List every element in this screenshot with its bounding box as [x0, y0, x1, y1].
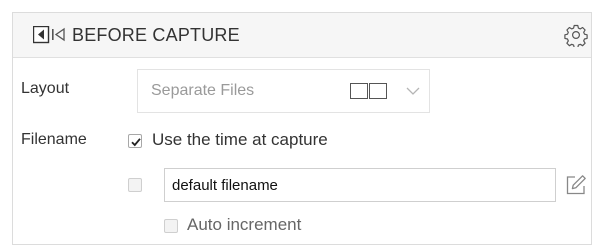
chevron-down-icon[interactable] — [406, 87, 420, 96]
before-capture-panel: BEFORE CAPTURE Layout Separate Files Fil… — [12, 12, 592, 245]
filename-input[interactable] — [164, 168, 556, 202]
edit-pencil-icon[interactable] — [565, 174, 587, 196]
layout-dropdown[interactable]: Separate Files — [137, 69, 430, 113]
layout-selected-value: Separate Files — [151, 82, 255, 99]
custom-filename-checkbox[interactable] — [128, 178, 142, 192]
use-time-label[interactable]: Use the time at capture — [152, 130, 328, 150]
use-time-checkbox[interactable] — [128, 134, 142, 148]
auto-increment-checkbox[interactable] — [164, 219, 178, 233]
before-capture-icon — [33, 26, 65, 44]
gear-icon[interactable] — [564, 23, 588, 47]
auto-increment-label[interactable]: Auto increment — [187, 215, 301, 235]
panel-header: BEFORE CAPTURE — [13, 13, 591, 58]
layout-label: Layout — [21, 80, 70, 97]
split-panes-icon — [350, 83, 387, 99]
panel-title: BEFORE CAPTURE — [72, 25, 240, 45]
checkmark-icon — [131, 138, 141, 147]
filename-label: Filename — [21, 131, 87, 148]
